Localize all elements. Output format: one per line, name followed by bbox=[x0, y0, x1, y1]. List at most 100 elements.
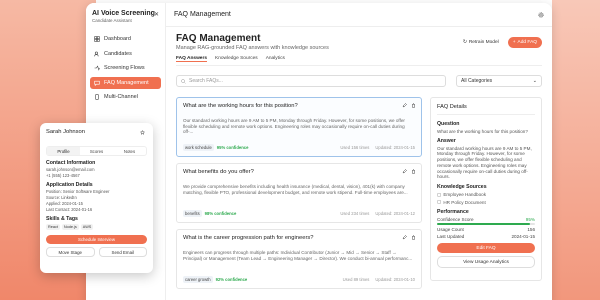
faq-tag: career growth bbox=[183, 276, 213, 283]
faq-stats: Used 89 times Updated: 2024-01-10 bbox=[343, 277, 415, 282]
view-analytics-button[interactable]: View Usage Analytics bbox=[437, 256, 535, 269]
candidate-phone[interactable]: +1 (555) 123-4567 bbox=[46, 173, 147, 178]
faq-confidence: 95% confidence bbox=[216, 145, 249, 150]
tab-faq-answers[interactable]: FAQ Answers bbox=[176, 56, 208, 62]
faq-stats: Used 234 times Updated: 2024-01-12 bbox=[340, 211, 415, 216]
dashboard-icon bbox=[94, 36, 100, 42]
send-email-button[interactable]: Send Email bbox=[98, 247, 147, 257]
usage-row: Usage Count 156 bbox=[437, 227, 535, 232]
performance-heading: Performance bbox=[437, 209, 469, 216]
sidebar-item-screening-flows[interactable]: Screening Flows bbox=[90, 62, 161, 74]
skill-tag: Node.js bbox=[61, 224, 79, 230]
details-answer: Our standard working hours are 9 AM to 5… bbox=[437, 145, 532, 180]
document-icon: ▢ bbox=[437, 199, 442, 205]
details-question: What are the working hours for this posi… bbox=[437, 128, 528, 134]
search-input[interactable]: Search FAQs... bbox=[176, 75, 446, 87]
answer-heading: Answer bbox=[437, 138, 456, 145]
flow-icon bbox=[94, 65, 100, 71]
application-heading: Application Details bbox=[46, 182, 93, 188]
sidebar-item-candidates[interactable]: Candidates bbox=[90, 48, 161, 60]
faq-list: What are the working hours for this posi… bbox=[176, 97, 422, 289]
source-label: Employee Handbook bbox=[443, 192, 486, 198]
edit-faq-button[interactable]: Edit FAQ bbox=[437, 243, 535, 254]
faq-used: Used 89 times bbox=[342, 277, 370, 282]
add-faq-button[interactable]: + Add FAQ bbox=[507, 37, 542, 48]
source-item[interactable]: ▢ HR Policy Document bbox=[437, 199, 535, 205]
confidence-bar-fill bbox=[437, 223, 531, 226]
faq-answer: Our standard working hours are 9 AM to 5… bbox=[183, 118, 405, 135]
trash-icon[interactable] bbox=[411, 103, 416, 108]
faq-card[interactable]: What benefits do you offer? We provide c… bbox=[176, 163, 422, 223]
category-value: All Categories bbox=[461, 78, 493, 84]
faq-updated: Updated: 2024-01-15 bbox=[375, 145, 415, 150]
candidate-tabs: Profile Scores Notes bbox=[46, 146, 147, 156]
main-content: FAQ Management Manage RAG-grounded FAQ a… bbox=[166, 27, 552, 300]
refresh-icon: ↻ bbox=[462, 40, 467, 45]
sidebar-item-label: Candidates bbox=[104, 50, 132, 57]
tab-profile[interactable]: Profile bbox=[47, 147, 80, 155]
retrain-model-button[interactable]: ↻ Retrain Model bbox=[459, 37, 503, 48]
faq-stats: Used 156 times Updated: 2024-01-15 bbox=[340, 145, 415, 150]
faq-card[interactable]: What are the working hours for this posi… bbox=[176, 97, 422, 157]
card-actions bbox=[402, 235, 416, 240]
tab-scores[interactable]: Scores bbox=[80, 147, 113, 155]
edit-icon[interactable] bbox=[402, 103, 407, 108]
faq-question: What benefits do you offer? bbox=[183, 169, 254, 175]
updated-row: Last Updated 2024-01-15 bbox=[437, 234, 535, 239]
candidate-applied: Applied: 2024-01-15 bbox=[46, 201, 83, 206]
faq-meta: work schedule 95% confidence Used 156 ti… bbox=[183, 144, 415, 151]
trash-icon[interactable] bbox=[411, 235, 416, 240]
confidence-label: Confidence Score bbox=[437, 217, 474, 223]
chevron-down-icon: ⌄ bbox=[532, 78, 537, 84]
skills-list: React Node.js AWS bbox=[46, 224, 147, 230]
sidebar-item-label: Screening Flows bbox=[104, 65, 145, 71]
candidate-source: Source: LinkedIn bbox=[46, 195, 77, 200]
question-heading: Question bbox=[437, 121, 460, 127]
sidebar-item-faq-management[interactable]: FAQ Management bbox=[90, 76, 161, 89]
content-area: What are the working hours for this posi… bbox=[176, 97, 542, 289]
candidate-last-contact: Last Contact: 2024-01-16 bbox=[46, 207, 93, 212]
star-icon[interactable] bbox=[140, 130, 145, 135]
filters: Search FAQs... All Categories ⌄ bbox=[176, 75, 542, 87]
updated-label: Last Updated bbox=[437, 234, 465, 240]
sidebar-item-dashboard[interactable]: Dashboard bbox=[90, 33, 161, 45]
candidate-name: Sarah Johnson bbox=[46, 129, 85, 135]
sidebar-nav: Dashboard Candidates Screening Flows FAQ… bbox=[86, 33, 165, 103]
category-select[interactable]: All Categories ⌄ bbox=[456, 75, 542, 87]
source-item[interactable]: ▢ Employee Handbook bbox=[437, 192, 535, 198]
app-window: AI Voice Screening Candidate Assistant ✕… bbox=[86, 3, 552, 300]
candidate-email[interactable]: sarah.johnson@email.com bbox=[46, 167, 147, 172]
add-faq-label: Add FAQ bbox=[517, 40, 537, 45]
sources-heading: Knowledge Sources bbox=[437, 184, 487, 191]
trash-icon[interactable] bbox=[411, 169, 416, 174]
faq-card[interactable]: What is the career progression path for … bbox=[176, 229, 422, 289]
updated-value: 2024-01-15 bbox=[511, 234, 536, 240]
brand-subtitle: Candidate Assistant bbox=[92, 18, 132, 23]
usage-label: Usage Count bbox=[437, 227, 464, 233]
retrain-label: Retrain Model bbox=[468, 40, 499, 45]
background-right bbox=[552, 0, 600, 300]
search-icon bbox=[181, 78, 186, 84]
faq-confidence: 98% confidence bbox=[204, 211, 237, 216]
channels-icon bbox=[95, 94, 99, 100]
move-stage-button[interactable]: Move Stage bbox=[46, 247, 95, 257]
plus-icon: + bbox=[512, 40, 516, 45]
faq-answer: Engineers can progress through multiple … bbox=[183, 250, 413, 261]
gear-icon[interactable] bbox=[538, 11, 544, 18]
top-bar: FAQ Management bbox=[166, 3, 552, 27]
details-title: FAQ Details bbox=[437, 104, 535, 115]
edit-icon[interactable] bbox=[402, 235, 407, 240]
contact-heading: Contact Information bbox=[46, 160, 96, 166]
faq-meta: career growth 92% confidence Used 89 tim… bbox=[183, 276, 415, 283]
tab-knowledge-sources[interactable]: Knowledge Sources bbox=[215, 56, 258, 62]
sidebar-item-multi-channel[interactable]: Multi-Channel bbox=[90, 91, 161, 103]
tab-notes[interactable]: Notes bbox=[113, 147, 146, 155]
faq-tag: work schedule bbox=[183, 144, 214, 151]
tab-analytics[interactable]: Analytics bbox=[266, 56, 285, 62]
sidebar-item-label: FAQ Management bbox=[104, 79, 149, 86]
close-icon[interactable]: ✕ bbox=[154, 11, 159, 18]
faq-tag: benefits bbox=[183, 210, 202, 217]
edit-icon[interactable] bbox=[402, 169, 407, 174]
users-icon bbox=[94, 51, 99, 56]
schedule-interview-button[interactable]: Schedule Interview bbox=[46, 235, 147, 244]
